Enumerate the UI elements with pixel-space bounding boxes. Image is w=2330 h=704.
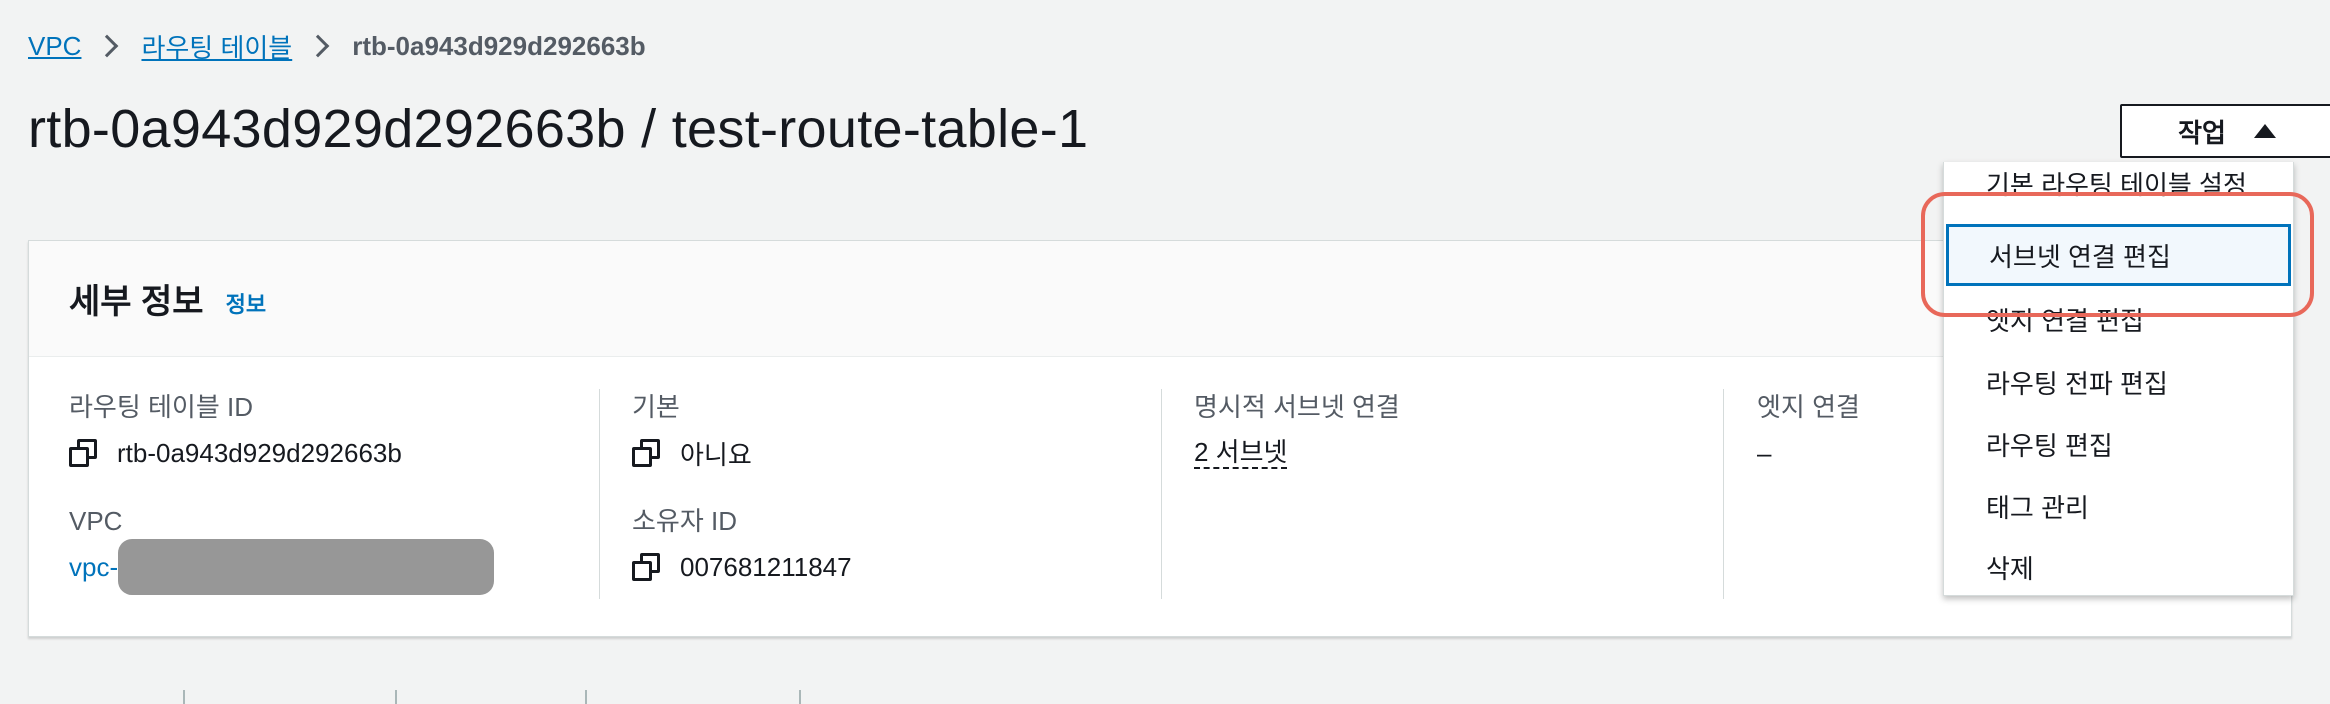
menu-item-set-main-route-table[interactable]: 기본 라우팅 테이블 설정 xyxy=(1944,164,2293,202)
caret-up-icon xyxy=(2253,124,2276,138)
page-title: rtb-0a943d929d292663b / test-route-table… xyxy=(28,99,1089,159)
menu-item-edit-edge-associations[interactable]: 엣지 연결 편집 xyxy=(1944,288,2293,350)
menu-item-label: 태그 관리 xyxy=(1986,492,2089,523)
main-value: 아니요 xyxy=(632,433,1152,473)
menu-item-label: 라우팅 편집 xyxy=(1986,430,2113,461)
actions-button[interactable]: 작업 xyxy=(2120,104,2330,158)
owner-id-text: 007681211847 xyxy=(680,551,852,582)
menu-item-label: 엣지 연결 편집 xyxy=(1986,305,2144,336)
vpc-value: vpc- xyxy=(69,539,589,595)
main-label: 기본 xyxy=(632,392,680,422)
route-table-id-text: rtb-0a943d929d292663b xyxy=(117,437,402,468)
menu-item-manage-tags[interactable]: 태그 관리 xyxy=(1944,475,2293,537)
actions-button-label: 작업 xyxy=(2178,117,2226,148)
owner-id-value: 007681211847 xyxy=(632,547,1152,587)
owner-id-label: 소유자 ID xyxy=(632,506,737,536)
menu-item-edit-subnet-associations[interactable]: 서브넷 연결 편집 xyxy=(1946,224,2291,286)
menu-item-delete[interactable]: 삭제 xyxy=(1944,536,2293,598)
menu-item-label: 라우팅 전파 편집 xyxy=(1986,368,2168,399)
column-divider xyxy=(1161,389,1162,599)
tab-divider xyxy=(395,690,397,704)
column-divider xyxy=(599,389,600,599)
vpc-link[interactable]: vpc- xyxy=(69,552,118,583)
tab-divider xyxy=(183,690,185,704)
breadcrumb-current: rtb-0a943d929d292663b xyxy=(352,30,646,61)
copy-icon[interactable] xyxy=(69,439,97,467)
column-divider xyxy=(1723,389,1724,599)
main-text: 아니요 xyxy=(680,439,752,470)
copy-icon[interactable] xyxy=(632,439,660,467)
menu-item-label: 삭제 xyxy=(1986,553,2034,584)
route-table-id-label: 라우팅 테이블 ID xyxy=(69,392,253,422)
explicit-subnets-link[interactable]: 2 서브넷 xyxy=(1194,437,1288,469)
chevron-right-icon xyxy=(306,34,330,58)
info-link[interactable]: 정보 xyxy=(226,287,266,319)
explicit-subnets-value: 2 서브넷 xyxy=(1194,433,1714,473)
copy-icon[interactable] xyxy=(632,553,660,581)
actions-dropdown-menu: 기본 라우팅 테이블 설정 서브넷 연결 편집 엣지 연결 편집 라우팅 전파 … xyxy=(1943,162,2294,596)
details-title: 세부 정보 xyxy=(69,283,204,321)
redacted-block xyxy=(118,539,495,595)
menu-item-edit-route-propagation[interactable]: 라우팅 전파 편집 xyxy=(1944,351,2293,413)
menu-item-label: 기본 라우팅 테이블 설정 xyxy=(1986,170,2247,200)
vpc-label: VPC xyxy=(69,506,123,536)
chevron-right-icon xyxy=(96,34,119,58)
breadcrumb-route-tables-link[interactable]: 라우팅 테이블 xyxy=(141,28,292,65)
breadcrumb-vpc-link[interactable]: VPC xyxy=(28,31,81,62)
route-table-id-value: rtb-0a943d929d292663b xyxy=(69,433,589,473)
menu-item-label: 서브넷 연결 편집 xyxy=(1989,241,2171,272)
tabs-row xyxy=(28,690,801,704)
details-col-2: 기본 아니요 소유자 ID 007681211847 xyxy=(632,389,1152,599)
details-col-3: 명시적 서브넷 연결 2 서브넷 xyxy=(1194,389,1714,599)
details-col-1: 라우팅 테이블 ID rtb-0a943d929d292663b VPC vpc… xyxy=(69,389,589,599)
breadcrumb: VPC 라우팅 테이블 rtb-0a943d929d292663b xyxy=(28,28,646,64)
menu-item-edit-routes[interactable]: 라우팅 편집 xyxy=(1944,413,2293,475)
tab-divider xyxy=(799,690,801,704)
tab-divider xyxy=(585,690,587,704)
explicit-subnets-label: 명시적 서브넷 연결 xyxy=(1194,392,1400,422)
